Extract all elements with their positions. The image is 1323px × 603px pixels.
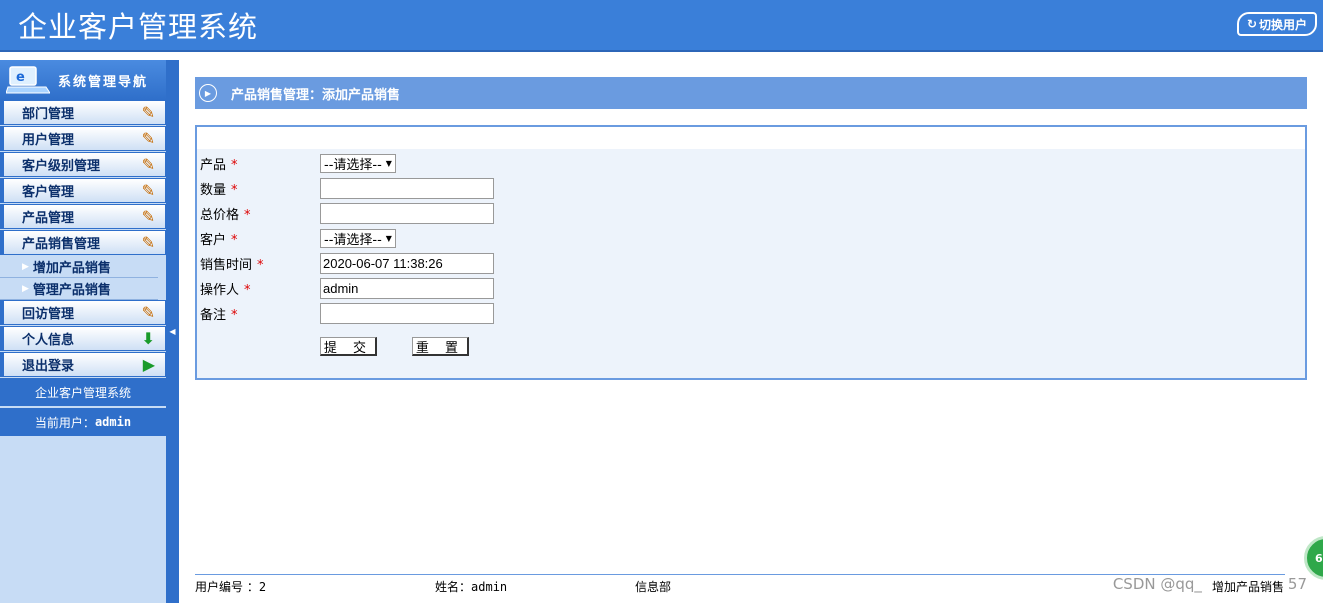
edit-icon: ✎: [141, 303, 155, 322]
sidebar-current-user: 当前用户： admin: [0, 408, 166, 438]
form-row-quantity: 数量 *: [200, 177, 494, 199]
sidebar-item-label: 用户管理: [22, 133, 75, 148]
form-spacer: [197, 127, 1305, 149]
panel-header: ▶ 产品销售管理：添加产品销售: [195, 77, 1307, 109]
triangle-right-icon: ▶: [22, 261, 29, 272]
operator-input[interactable]: admin: [320, 277, 494, 299]
operator-label: 操作人 *: [200, 282, 251, 298]
footer-department: 信息部: [635, 580, 672, 594]
product-select-value: --请选择--: [324, 157, 382, 173]
subitem-label: 管理产品销售: [32, 283, 111, 298]
form-row-time: 销售时间 * 2020-06-07 11:38:26: [200, 252, 494, 274]
sidebar-item-user[interactable]: 用户管理 ✎: [0, 126, 166, 151]
edit-icon: ✎: [141, 207, 155, 226]
sidebar-item-customer[interactable]: 客户管理 ✎: [0, 178, 166, 203]
total-price-label: 总价格 *: [200, 207, 251, 223]
footer-name: 姓名：admin: [435, 580, 508, 594]
sidebar-item-customer-level[interactable]: 客户级别管理 ✎: [0, 152, 166, 177]
sidebar-item-label: 个人信息: [22, 333, 75, 348]
circle-arrow-icon: ▶: [199, 84, 217, 102]
edit-icon: ✎: [141, 155, 155, 174]
form-row-total: 总价格 *: [200, 202, 494, 224]
system-name: 企业客户管理系统: [34, 385, 131, 400]
edit-icon: ✎: [141, 233, 155, 252]
reset-button[interactable]: 重 置: [412, 337, 469, 356]
switch-user-button[interactable]: ↻ 切换用户: [1237, 12, 1317, 36]
remark-input[interactable]: [320, 302, 494, 324]
total-price-input[interactable]: [320, 202, 494, 224]
sidebar-item-label: 产品管理: [22, 211, 75, 226]
triangle-right-icon: ▶: [22, 283, 29, 294]
edit-icon: ✎: [141, 181, 155, 200]
panel-title: 产品销售管理：添加产品销售: [231, 87, 401, 103]
sidebar-title-bar: e 系统管理导航: [0, 60, 166, 100]
current-user-label: 当前用户：: [34, 415, 95, 430]
sidebar-item-label: 退出登录: [22, 359, 75, 374]
sidebar-item-profile[interactable]: 个人信息 ⬇: [0, 326, 166, 351]
sidebar-item-label: 产品销售管理: [22, 237, 101, 252]
sidebar-item-logout[interactable]: 退出登录 ▶: [0, 352, 166, 377]
sidebar-collapse-handle[interactable]: ◀: [166, 60, 179, 603]
customer-select-value: --请选择--: [324, 232, 382, 248]
footer-user-no: 用户编号 ：2: [195, 580, 267, 594]
sales-time-label: 销售时间 *: [200, 257, 264, 273]
header-gap: [0, 54, 1323, 60]
sidebar-item-product[interactable]: 产品管理 ✎: [0, 204, 166, 229]
download-icon: ⬇: [141, 329, 155, 348]
top-header: 企业客户管理系统 ↻ 切换用户: [0, 0, 1323, 52]
computer-icon: e: [6, 65, 50, 95]
edit-icon: ✎: [141, 103, 155, 122]
csdn-watermark: CSDN @qq_ 57: [1112, 575, 1307, 593]
svg-text:e: e: [16, 70, 27, 85]
app-title: 企业客户管理系统: [18, 10, 259, 44]
switch-icon: ↻: [1246, 17, 1258, 31]
form-row-product: 产品 * --请选择-- ▼: [200, 152, 396, 174]
edit-icon: ✎: [141, 129, 155, 148]
quantity-label: 数量 *: [200, 182, 238, 198]
submit-button[interactable]: 提 交: [320, 337, 377, 356]
sidebar-item-label: 客户级别管理: [22, 159, 101, 174]
sidebar-item-label: 部门管理: [22, 107, 75, 122]
triangle-left-icon: ◀: [169, 327, 176, 336]
sidebar-system-name: 企业客户管理系统: [0, 378, 166, 408]
sidebar-item-product-sales[interactable]: 产品销售管理 ✎: [0, 230, 166, 255]
customer-select[interactable]: --请选择-- ▼: [320, 228, 396, 248]
subitem-label: 增加产品销售: [32, 261, 111, 276]
form-row-remark: 备注 *: [200, 302, 494, 324]
dropdown-arrow-icon: ▼: [385, 158, 392, 168]
sidebar-item-label: 回访管理: [22, 307, 75, 322]
dropdown-arrow-icon: ▼: [385, 233, 392, 243]
switch-user-label: 切换用户: [1259, 17, 1308, 32]
floating-badge[interactable]: 61: [1304, 536, 1323, 580]
sidebar-item-visit[interactable]: 回访管理 ✎: [0, 300, 166, 325]
play-icon: ▶: [142, 355, 155, 374]
product-select[interactable]: --请选择-- ▼: [320, 153, 396, 173]
sidebar: e 系统管理导航 部门管理 ✎ 用户管理 ✎ 客户级别管理 ✎ 客户管理 ✎ 产…: [0, 60, 166, 603]
quantity-input[interactable]: [320, 177, 494, 199]
sidebar-title: 系统管理导航: [58, 74, 149, 90]
form-row-customer: 客户 * --请选择-- ▼: [200, 227, 396, 249]
product-label: 产品 *: [200, 157, 238, 173]
customer-label: 客户 *: [200, 232, 238, 248]
remark-label: 备注 *: [200, 307, 238, 323]
form-row-operator: 操作人 * admin: [200, 277, 494, 299]
sidebar-subitem-add-sales[interactable]: ▶ 增加产品销售: [0, 256, 158, 278]
add-sales-form: 产品 * --请选择-- ▼ 数量 * 总价格 * 客户 * --请选择-- ▼ 销售时…: [195, 125, 1307, 380]
sales-time-input[interactable]: 2020-06-07 11:38:26: [320, 252, 494, 274]
sidebar-subitem-manage-sales[interactable]: ▶ 管理产品销售: [0, 278, 158, 300]
sidebar-item-department[interactable]: 部门管理 ✎: [0, 100, 166, 125]
current-user-value: admin: [94, 415, 132, 429]
sidebar-item-label: 客户管理: [22, 185, 75, 200]
